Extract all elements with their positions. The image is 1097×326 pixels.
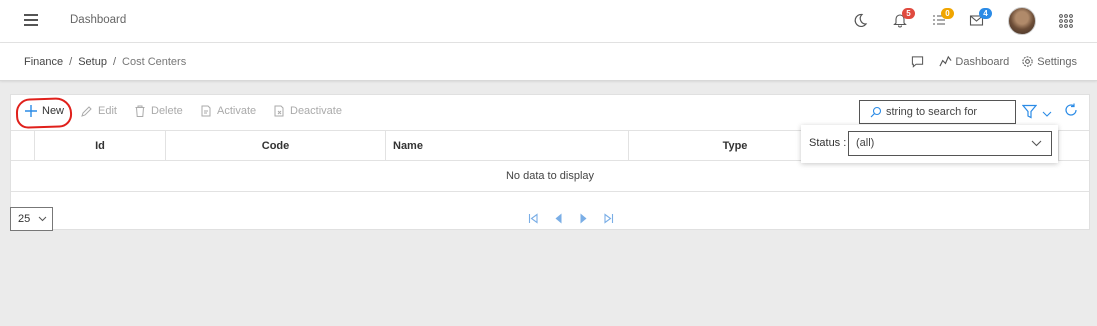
edit-button[interactable]: Edit bbox=[81, 105, 117, 117]
breadcrumb: Finance / Setup / Cost Centers bbox=[24, 56, 186, 68]
pager: 25 bbox=[10, 206, 1089, 231]
avatar[interactable] bbox=[1008, 7, 1036, 35]
prev-page-icon[interactable] bbox=[553, 213, 564, 227]
document-check-icon bbox=[201, 105, 211, 117]
page-size-value: 25 bbox=[18, 213, 31, 225]
chevron-down-icon bbox=[1031, 140, 1042, 147]
first-page-icon[interactable] bbox=[528, 213, 539, 227]
page-size-select[interactable]: 25 bbox=[10, 207, 53, 231]
page-actions: Dashboard Settings bbox=[899, 55, 1077, 68]
select-column[interactable] bbox=[11, 131, 35, 161]
comment-button[interactable] bbox=[911, 55, 927, 68]
breadcrumb-separator: / bbox=[112, 56, 117, 68]
status-filter-label: Status : bbox=[809, 137, 847, 149]
chart-line-icon bbox=[939, 55, 952, 67]
comment-icon bbox=[912, 56, 924, 68]
deactivate-label: Deactivate bbox=[290, 105, 342, 117]
search-input[interactable]: string to search for bbox=[859, 100, 1016, 124]
next-page-icon[interactable] bbox=[578, 213, 589, 227]
status-filter-select[interactable]: (all) bbox=[848, 131, 1052, 156]
edit-label: Edit bbox=[98, 105, 117, 117]
hamburger-icon[interactable] bbox=[24, 14, 38, 26]
search-placeholder: string to search for bbox=[886, 106, 978, 118]
filter-icon[interactable] bbox=[1021, 104, 1038, 122]
bell-icon[interactable]: 5 bbox=[892, 8, 915, 32]
last-page-icon[interactable] bbox=[603, 213, 614, 227]
apps-grid-icon[interactable] bbox=[1058, 13, 1078, 33]
top-bar: Dashboard 5 0 4 bbox=[0, 0, 1097, 43]
mail-icon[interactable]: 4 bbox=[969, 8, 992, 32]
dashboard-link[interactable]: Dashboard bbox=[939, 55, 1009, 68]
gear-icon bbox=[1022, 56, 1033, 67]
document-x-icon bbox=[274, 105, 284, 117]
chevron-down-icon[interactable] bbox=[1042, 107, 1052, 121]
top-title: Dashboard bbox=[70, 14, 127, 26]
new-label: New bbox=[42, 105, 65, 117]
column-header-id[interactable]: Id bbox=[35, 131, 166, 161]
notification-badge: 5 bbox=[902, 8, 915, 19]
plus-icon bbox=[25, 105, 37, 117]
status-filter-value: (all) bbox=[856, 137, 875, 149]
breadcrumb-finance[interactable]: Finance bbox=[24, 56, 63, 68]
activate-button[interactable]: Activate bbox=[200, 105, 256, 117]
breadcrumb-cost-centers: Cost Centers bbox=[122, 56, 187, 68]
messages-badge: 4 bbox=[979, 8, 992, 19]
settings-link[interactable]: Settings bbox=[1021, 55, 1077, 68]
pager-nav bbox=[528, 213, 628, 227]
empty-grid-message: No data to display bbox=[11, 161, 1089, 192]
activate-label: Activate bbox=[217, 105, 257, 117]
filter-popup: Status : (all) bbox=[801, 125, 1058, 163]
pencil-icon bbox=[81, 106, 92, 117]
column-header-name[interactable]: Name bbox=[386, 131, 629, 161]
trash-icon bbox=[135, 105, 145, 117]
breadcrumb-bar: Finance / Setup / Cost Centers Dashboard Set… bbox=[0, 43, 1097, 81]
new-button[interactable]: New bbox=[25, 105, 64, 117]
column-header-code[interactable]: Code bbox=[166, 131, 386, 161]
search-icon bbox=[870, 106, 882, 118]
refresh-icon[interactable] bbox=[1063, 102, 1079, 121]
settings-label: Settings bbox=[1037, 55, 1077, 68]
column-header-extra bbox=[1058, 131, 1089, 161]
chevron-down-icon bbox=[38, 216, 47, 222]
deactivate-button[interactable]: Deactivate bbox=[273, 105, 342, 117]
dashboard-label: Dashboard bbox=[955, 55, 1010, 68]
moon-icon[interactable] bbox=[852, 12, 872, 32]
breadcrumb-setup[interactable]: Setup bbox=[78, 56, 107, 68]
tasks-icon[interactable]: 0 bbox=[931, 8, 954, 32]
delete-button[interactable]: Delete bbox=[134, 105, 183, 117]
breadcrumb-separator: / bbox=[69, 56, 73, 68]
tasks-badge: 0 bbox=[941, 8, 954, 19]
delete-label: Delete bbox=[151, 105, 183, 117]
